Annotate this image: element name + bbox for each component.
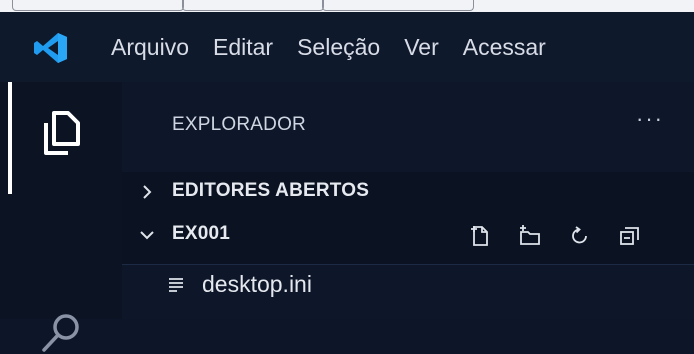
menu-bar: Arquivo Editar Seleção Ver Acessar <box>111 12 570 82</box>
more-actions-button[interactable]: ··· <box>636 106 664 132</box>
chevron-down-icon <box>140 231 154 240</box>
menu-arquivo[interactable]: Arquivo <box>111 35 189 59</box>
file-row[interactable]: desktop.ini <box>122 265 694 305</box>
menu-acessar[interactable]: Acessar <box>463 35 546 59</box>
refresh-icon[interactable] <box>568 224 592 248</box>
new-folder-icon[interactable] <box>518 224 542 248</box>
vscode-logo-icon[interactable] <box>34 32 68 64</box>
os-tab[interactable] <box>12 0 184 11</box>
os-tab[interactable] <box>182 0 324 11</box>
lines-file-icon <box>169 278 183 292</box>
folder-actions <box>468 224 642 248</box>
file-name: desktop.ini <box>202 271 312 297</box>
menu-selecao[interactable]: Seleção <box>297 35 380 59</box>
menu-ver[interactable]: Ver <box>404 35 439 59</box>
title-bar: Arquivo Editar Seleção Ver Acessar <box>0 12 694 82</box>
chevron-right-icon <box>143 185 152 199</box>
activity-bar <box>0 82 122 352</box>
search-icon[interactable] <box>40 312 82 354</box>
collapse-all-icon[interactable] <box>618 224 642 248</box>
explorer-sidebar: EXPLORADOR ··· EDITORES ABERTOS EX001 de… <box>122 82 694 319</box>
open-editors-label: EDITORES ABERTOS <box>172 180 370 201</box>
folder-section[interactable]: EX001 <box>122 212 694 265</box>
active-view-indicator <box>8 82 12 194</box>
new-file-icon[interactable] <box>468 224 492 248</box>
folder-label: EX001 <box>172 223 231 244</box>
menu-editar[interactable]: Editar <box>213 35 273 59</box>
explorer-title: EXPLORADOR <box>172 114 306 135</box>
open-editors-section[interactable]: EDITORES ABERTOS <box>122 172 694 212</box>
os-window-strip <box>0 0 694 12</box>
files-icon[interactable] <box>40 110 82 156</box>
os-tab[interactable] <box>322 0 474 11</box>
